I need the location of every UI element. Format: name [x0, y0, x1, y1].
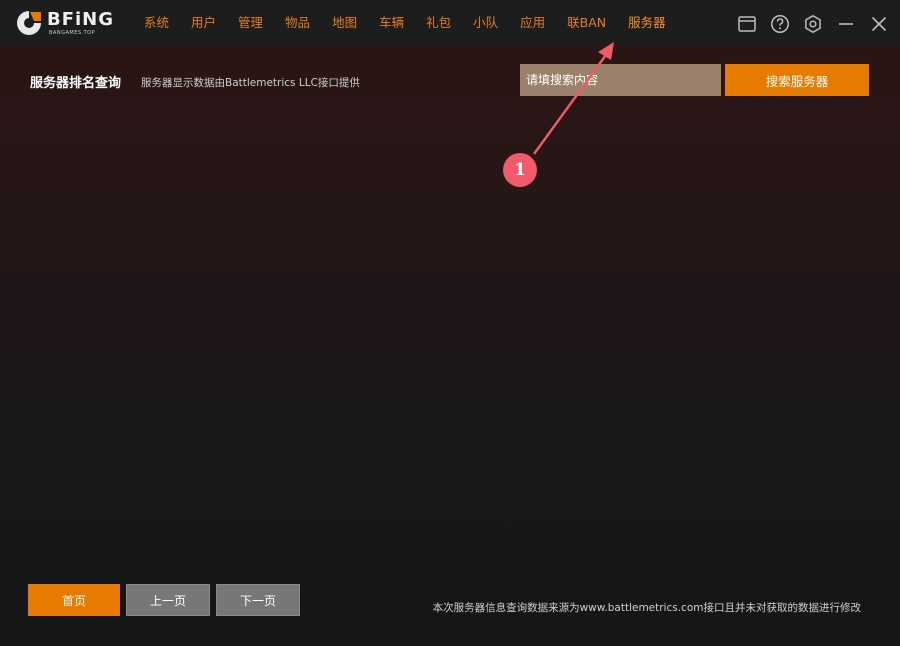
minimize-icon	[839, 23, 853, 25]
footer-note: 本次服务器信息查询数据来源为www.battlemetrics.com接口且并未…	[432, 602, 861, 614]
nav-item-items[interactable]: 物品	[285, 0, 310, 46]
nav-item-joint-ban[interactable]: 联BAN	[567, 0, 606, 46]
app-window: BFiNG BANGAMES.TOP 系统 用户 管理 物品 地图 车辆 礼包 …	[0, 0, 900, 646]
annotation-badge: 1	[503, 153, 537, 187]
search-servers-button[interactable]: 搜索服务器	[725, 64, 869, 96]
nav-item-maps[interactable]: 地图	[332, 0, 357, 46]
nav-item-apps[interactable]: 应用	[520, 0, 545, 46]
previous-page-button[interactable]: 上一页	[126, 584, 210, 616]
nav-item-gift-packs[interactable]: 礼包	[426, 0, 451, 46]
first-page-button[interactable]: 首页	[28, 584, 120, 616]
app-logo[interactable]: BFiNG BANGAMES.TOP	[14, 6, 119, 40]
nav-item-servers[interactable]: 服务器	[628, 0, 666, 46]
annotation-arrow	[533, 42, 614, 155]
help-icon	[771, 15, 789, 33]
logo-wordmark: BFiNG	[47, 9, 115, 30]
nav-item-squads[interactable]: 小队	[473, 0, 498, 46]
nav-item-vehicles[interactable]: 车辆	[379, 0, 404, 46]
pagination: 首页 上一页 下一页	[28, 584, 306, 616]
close-icon	[871, 16, 887, 32]
settings-icon	[805, 14, 821, 34]
page-subtitle: 服务器显示数据由Battlemetrics LLC接口提供	[141, 77, 360, 89]
nav-item-system[interactable]: 系统	[144, 0, 169, 46]
close-button[interactable]	[868, 13, 890, 35]
logo-mark-icon	[17, 11, 41, 35]
top-bar: BFiNG BANGAMES.TOP 系统 用户 管理 物品 地图 车辆 礼包 …	[0, 0, 900, 46]
window-icon	[738, 16, 756, 32]
logo-subtext: BANGAMES.TOP	[49, 30, 96, 36]
next-page-button[interactable]: 下一页	[216, 584, 300, 616]
window-button[interactable]	[736, 13, 758, 35]
main-nav: 系统 用户 管理 物品 地图 车辆 礼包 小队 应用 联BAN 服务器	[144, 0, 688, 46]
nav-item-users[interactable]: 用户	[191, 0, 216, 46]
settings-button[interactable]	[802, 13, 824, 35]
nav-item-manage[interactable]: 管理	[238, 0, 263, 46]
window-controls	[725, 12, 890, 36]
page-title: 服务器排名查询	[30, 76, 122, 91]
search-input[interactable]	[520, 64, 721, 96]
help-button[interactable]	[769, 13, 791, 35]
minimize-button[interactable]	[835, 13, 857, 35]
